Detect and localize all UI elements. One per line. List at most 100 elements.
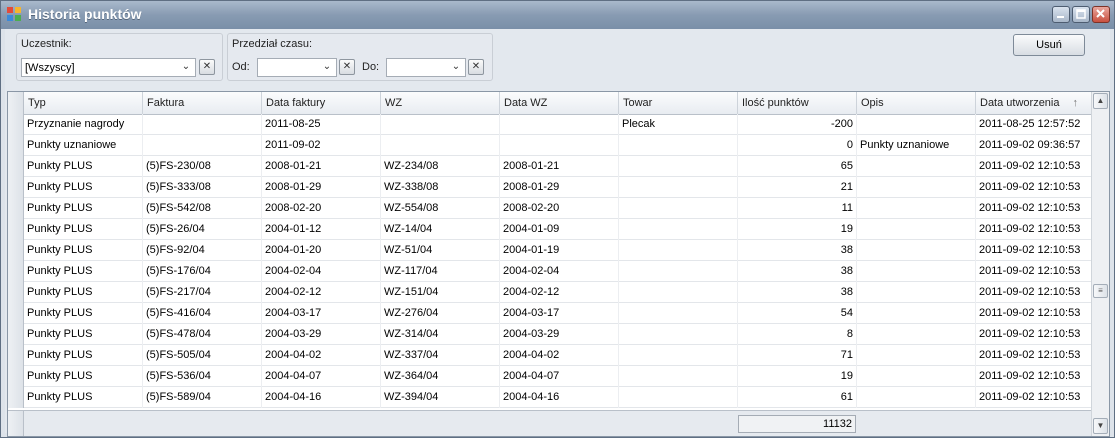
cell-opis[interactable] bbox=[857, 387, 976, 408]
cell-data-faktury[interactable]: 2004-01-12 bbox=[262, 219, 381, 240]
header-col-data-faktury[interactable]: Data faktury bbox=[262, 92, 381, 114]
cell-data-wz[interactable]: 2004-04-16 bbox=[500, 387, 619, 408]
cell-wz[interactable] bbox=[381, 114, 500, 135]
cell-faktura[interactable]: (5)FS-333/08 bbox=[143, 177, 262, 198]
cell-opis[interactable] bbox=[857, 261, 976, 282]
cell-data-utworzenia[interactable]: 2011-09-02 12:10:53 bbox=[976, 345, 1093, 366]
cell-typ[interactable]: Punkty PLUS bbox=[24, 366, 143, 387]
cell-faktura[interactable] bbox=[143, 135, 262, 156]
cell-opis[interactable] bbox=[857, 282, 976, 303]
participant-combo[interactable]: [Wszyscy] ⌄ bbox=[21, 58, 196, 77]
cell-data-faktury[interactable]: 2008-01-21 bbox=[262, 156, 381, 177]
chevron-down-icon[interactable]: ⌄ bbox=[178, 60, 194, 76]
cell-faktura[interactable] bbox=[143, 114, 262, 135]
cell-data-wz[interactable]: 2004-01-19 bbox=[500, 240, 619, 261]
cell-wz[interactable]: WZ-314/04 bbox=[381, 324, 500, 345]
maximize-button[interactable] bbox=[1072, 6, 1090, 23]
row-header[interactable] bbox=[8, 345, 24, 366]
table-row[interactable]: Punkty PLUS (5)FS-589/04 2004-04-16 WZ-394/… bbox=[8, 387, 1093, 408]
cell-data-wz[interactable]: 2004-02-12 bbox=[500, 282, 619, 303]
header-col-faktura[interactable]: Faktura bbox=[143, 92, 262, 114]
cell-typ[interactable]: Punkty PLUS bbox=[24, 387, 143, 408]
cell-data-utworzenia[interactable]: 2011-09-02 12:10:53 bbox=[976, 366, 1093, 387]
cell-typ[interactable]: Punkty PLUS bbox=[24, 219, 143, 240]
cell-data-faktury[interactable]: 2008-01-29 bbox=[262, 177, 381, 198]
table-row[interactable]: Punkty PLUS (5)FS-536/04 2004-04-07 WZ-364/… bbox=[8, 366, 1093, 387]
cell-data-wz[interactable]: 2004-03-29 bbox=[500, 324, 619, 345]
row-header[interactable] bbox=[8, 219, 24, 240]
cell-typ[interactable]: Punkty PLUS bbox=[24, 261, 143, 282]
cell-wz[interactable]: WZ-51/04 bbox=[381, 240, 500, 261]
scroll-thumb[interactable]: ≡ bbox=[1093, 284, 1108, 298]
table-row[interactable]: Punkty PLUS (5)FS-92/04 2004-01-20 WZ-51/04… bbox=[8, 240, 1093, 261]
cell-opis[interactable] bbox=[857, 177, 976, 198]
cell-data-wz[interactable]: 2004-01-09 bbox=[500, 219, 619, 240]
cell-faktura[interactable]: (5)FS-26/04 bbox=[143, 219, 262, 240]
cell-wz[interactable] bbox=[381, 135, 500, 156]
cell-towar[interactable] bbox=[619, 177, 738, 198]
cell-data-wz[interactable]: 2008-01-29 bbox=[500, 177, 619, 198]
cell-typ[interactable]: Punkty PLUS bbox=[24, 303, 143, 324]
cell-wz[interactable]: WZ-337/04 bbox=[381, 345, 500, 366]
cell-data-wz[interactable] bbox=[500, 135, 619, 156]
cell-opis[interactable] bbox=[857, 366, 976, 387]
cell-ilosc-punktow[interactable]: 38 bbox=[738, 282, 857, 303]
cell-ilosc-punktow[interactable]: 11 bbox=[738, 198, 857, 219]
cell-data-wz[interactable]: 2004-03-17 bbox=[500, 303, 619, 324]
table-row[interactable]: Punkty PLUS (5)FS-416/04 2004-03-17 WZ-276/… bbox=[8, 303, 1093, 324]
vertical-scrollbar[interactable]: ▲ ≡ ▼ bbox=[1091, 92, 1109, 436]
cell-data-faktury[interactable]: 2004-04-07 bbox=[262, 366, 381, 387]
cell-wz[interactable]: WZ-394/04 bbox=[381, 387, 500, 408]
cell-data-faktury[interactable]: 2011-09-02 bbox=[262, 135, 381, 156]
clear-to-button[interactable]: ✕ bbox=[468, 59, 484, 75]
cell-data-wz[interactable]: 2008-02-20 bbox=[500, 198, 619, 219]
cell-data-faktury[interactable]: 2004-03-29 bbox=[262, 324, 381, 345]
row-header[interactable] bbox=[8, 177, 24, 198]
table-row[interactable]: Punkty PLUS (5)FS-230/08 2008-01-21 WZ-234/… bbox=[8, 156, 1093, 177]
delete-button[interactable]: Usuń bbox=[1013, 34, 1085, 56]
cell-data-faktury[interactable]: 2004-02-12 bbox=[262, 282, 381, 303]
cell-ilosc-punktow[interactable]: 21 bbox=[738, 177, 857, 198]
cell-data-faktury[interactable]: 2004-02-04 bbox=[262, 261, 381, 282]
cell-typ[interactable]: Punkty PLUS bbox=[24, 282, 143, 303]
table-row[interactable]: Punkty PLUS (5)FS-478/04 2004-03-29 WZ-314/… bbox=[8, 324, 1093, 345]
cell-ilosc-punktow[interactable]: 38 bbox=[738, 240, 857, 261]
cell-data-utworzenia[interactable]: 2011-09-02 12:10:53 bbox=[976, 387, 1093, 408]
cell-opis[interactable] bbox=[857, 324, 976, 345]
table-row[interactable]: Punkty PLUS (5)FS-26/04 2004-01-12 WZ-14/04… bbox=[8, 219, 1093, 240]
cell-data-utworzenia[interactable]: 2011-09-02 09:36:57 bbox=[976, 135, 1093, 156]
table-row[interactable]: Punkty PLUS (5)FS-217/04 2004-02-12 WZ-151/… bbox=[8, 282, 1093, 303]
cell-faktura[interactable]: (5)FS-416/04 bbox=[143, 303, 262, 324]
table-row[interactable]: Punkty PLUS (5)FS-542/08 2008-02-20 WZ-554/… bbox=[8, 198, 1093, 219]
cell-data-faktury[interactable]: 2004-04-16 bbox=[262, 387, 381, 408]
cell-ilosc-punktow[interactable]: -200 bbox=[738, 114, 857, 135]
row-header[interactable] bbox=[8, 156, 24, 177]
cell-towar[interactable]: Plecak bbox=[619, 114, 738, 135]
cell-data-faktury[interactable]: 2004-01-20 bbox=[262, 240, 381, 261]
cell-faktura[interactable]: (5)FS-536/04 bbox=[143, 366, 262, 387]
cell-data-faktury[interactable]: 2004-04-02 bbox=[262, 345, 381, 366]
cell-ilosc-punktow[interactable]: 0 bbox=[738, 135, 857, 156]
cell-typ[interactable]: Punkty PLUS bbox=[24, 177, 143, 198]
cell-ilosc-punktow[interactable]: 8 bbox=[738, 324, 857, 345]
header-col-ilosc-punktow[interactable]: Ilość punktów bbox=[738, 92, 857, 114]
cell-data-faktury[interactable]: 2004-03-17 bbox=[262, 303, 381, 324]
cell-data-utworzenia[interactable]: 2011-09-02 12:10:53 bbox=[976, 240, 1093, 261]
cell-opis[interactable] bbox=[857, 219, 976, 240]
cell-ilosc-punktow[interactable]: 54 bbox=[738, 303, 857, 324]
cell-wz[interactable]: WZ-117/04 bbox=[381, 261, 500, 282]
cell-wz[interactable]: WZ-554/08 bbox=[381, 198, 500, 219]
from-date-picker[interactable]: ⌄ bbox=[257, 58, 337, 77]
cell-ilosc-punktow[interactable]: 61 bbox=[738, 387, 857, 408]
row-header[interactable] bbox=[8, 135, 24, 156]
cell-towar[interactable] bbox=[619, 219, 738, 240]
cell-data-utworzenia[interactable]: 2011-09-02 12:10:53 bbox=[976, 261, 1093, 282]
row-header[interactable] bbox=[8, 366, 24, 387]
cell-towar[interactable] bbox=[619, 282, 738, 303]
cell-ilosc-punktow[interactable]: 19 bbox=[738, 366, 857, 387]
clear-from-button[interactable]: ✕ bbox=[339, 59, 355, 75]
cell-ilosc-punktow[interactable]: 65 bbox=[738, 156, 857, 177]
cell-wz[interactable]: WZ-276/04 bbox=[381, 303, 500, 324]
cell-faktura[interactable]: (5)FS-505/04 bbox=[143, 345, 262, 366]
cell-data-wz[interactable] bbox=[500, 114, 619, 135]
